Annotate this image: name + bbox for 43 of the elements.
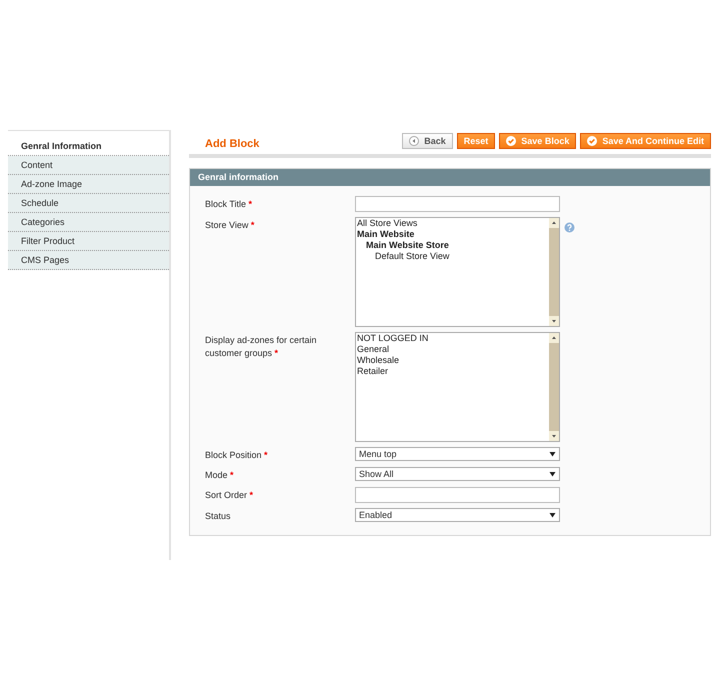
page-title: Add Block bbox=[205, 137, 260, 150]
dropdown-select[interactable]: Show All bbox=[355, 467, 560, 481]
section-title: Genral information bbox=[190, 169, 710, 186]
list-option[interactable]: Retailer bbox=[357, 366, 549, 377]
scroll-down-icon[interactable] bbox=[549, 316, 559, 326]
field-label: Block Position * bbox=[205, 449, 269, 462]
action-button[interactable]: Back bbox=[402, 133, 453, 149]
sidebar-tab[interactable]: Categories bbox=[8, 213, 169, 232]
field-label: Sort Order * bbox=[205, 489, 254, 502]
sidebar-tab[interactable]: Schedule bbox=[8, 194, 169, 213]
list-option[interactable]: General bbox=[357, 344, 549, 355]
list-option[interactable]: NOT LOGGED IN bbox=[357, 333, 549, 344]
scroll-up-icon[interactable] bbox=[549, 218, 559, 228]
sidebar-tab[interactable]: Content bbox=[8, 156, 169, 175]
scroll-down-icon[interactable] bbox=[549, 431, 559, 441]
field-label: Mode * bbox=[205, 469, 235, 482]
text-field[interactable] bbox=[355, 487, 560, 503]
help-icon[interactable] bbox=[564, 222, 575, 233]
list-option[interactable]: Default Store View bbox=[357, 251, 549, 262]
dropdown-select[interactable]: Menu top bbox=[355, 447, 560, 461]
dropdown-arrow-icon bbox=[549, 471, 556, 477]
list-option[interactable]: Main Website Store bbox=[357, 240, 549, 251]
scrollbar[interactable] bbox=[549, 218, 559, 326]
dropdown-select[interactable]: Enabled bbox=[355, 508, 560, 522]
list-option[interactable]: Wholesale bbox=[357, 355, 549, 366]
dropdown-arrow-icon bbox=[549, 512, 556, 518]
check-icon bbox=[506, 136, 516, 146]
scrollbar[interactable] bbox=[549, 333, 559, 441]
sidebar-tab[interactable]: CMS Pages bbox=[8, 251, 169, 270]
multiselect-list[interactable]: NOT LOGGED IN General Wholesale Retailer bbox=[355, 332, 560, 442]
text-field[interactable] bbox=[355, 196, 560, 212]
sidebar-tab[interactable]: Filter Product bbox=[8, 232, 169, 251]
multiselect-list[interactable]: All Store Views Main Website Main Website Store Default Store View bbox=[355, 217, 560, 327]
field-label: Status bbox=[205, 510, 232, 523]
list-option[interactable]: All Store Views bbox=[357, 218, 549, 229]
field-label: Display ad-zones for certain customer groups * bbox=[205, 334, 318, 360]
check-icon bbox=[587, 136, 598, 146]
field-label: Store View * bbox=[205, 219, 256, 232]
scroll-up-icon[interactable] bbox=[549, 333, 559, 343]
dropdown-arrow-icon bbox=[549, 451, 556, 457]
list-option[interactable]: Main Website bbox=[357, 229, 549, 240]
field-label: Block Title * bbox=[205, 198, 254, 211]
sidebar-tab[interactable]: Ad-zone Image bbox=[8, 175, 169, 194]
